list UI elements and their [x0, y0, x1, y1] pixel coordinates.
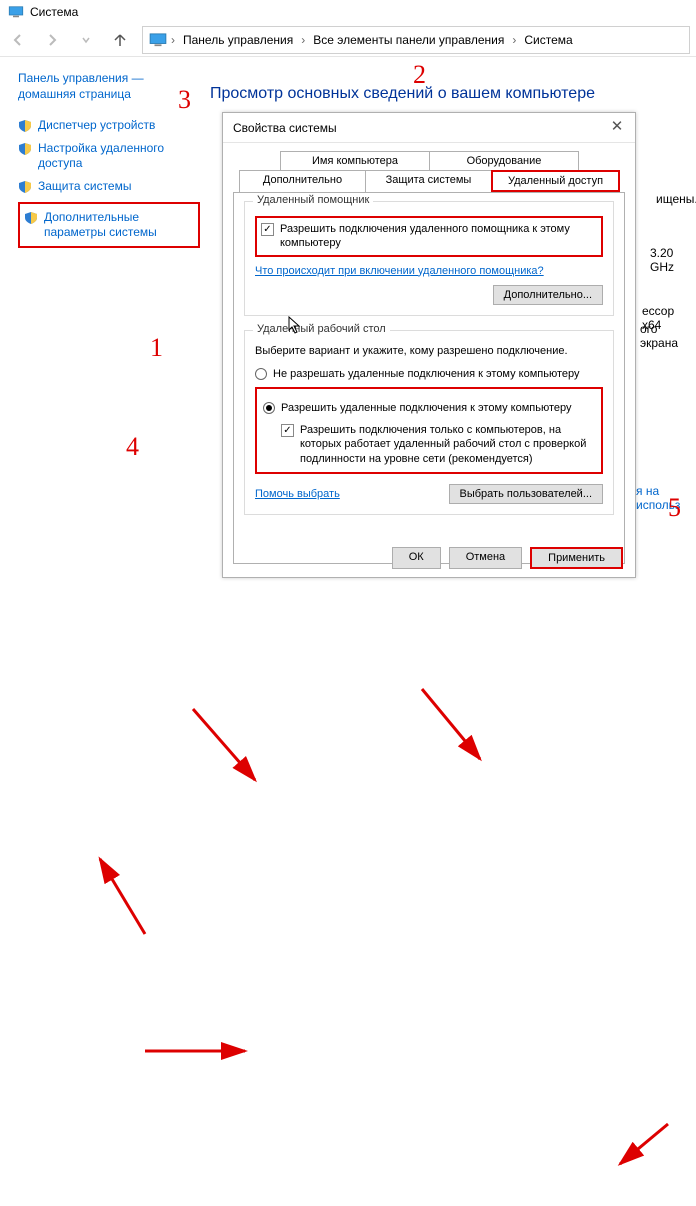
breadcrumb-item[interactable]: Все элементы панели управления	[309, 33, 508, 47]
radio-icon	[255, 368, 267, 380]
chevron-right-icon: ›	[171, 33, 175, 47]
radio-label: Не разрешать удаленные подключения к это…	[273, 367, 580, 381]
computer-icon	[149, 33, 167, 47]
sidebar-item-label: Дополнительные параметры системы	[44, 210, 194, 240]
help-choose-link[interactable]: Помочь выбрать	[255, 488, 340, 500]
window-titlebar: Система	[0, 0, 696, 24]
tab-hardware[interactable]: Оборудование	[429, 151, 579, 170]
close-button[interactable]: ✕	[607, 117, 627, 137]
annotation-number-3: 3	[178, 85, 191, 115]
control-panel-home-link[interactable]: Панель управления — домашняя страница	[18, 71, 200, 102]
breadcrumb[interactable]: › Панель управления › Все элементы панел…	[142, 26, 690, 54]
sidebar-item-advanced-settings[interactable]: Дополнительные параметры системы	[18, 202, 200, 248]
shield-icon	[18, 142, 32, 156]
shield-icon	[18, 180, 32, 194]
sidebar: Панель управления — домашняя страница Ди…	[0, 57, 210, 604]
clipped-text: 3.20 GHz	[650, 246, 696, 274]
page-heading: Просмотр основных сведений о вашем компь…	[210, 85, 595, 103]
checkbox-label: Разрешить подключения удаленного помощни…	[280, 222, 597, 251]
group-legend: Удаленный помощник	[253, 194, 373, 206]
tab-advanced[interactable]: Дополнительно	[239, 170, 366, 192]
radio-deny-remote[interactable]: Не разрешать удаленные подключения к это…	[255, 367, 603, 381]
checkbox-label: Разрешить подключения только с компьютер…	[300, 423, 595, 466]
nav-row: › Панель управления › Все элементы панел…	[0, 24, 696, 56]
dialog-titlebar: Свойства системы ✕	[223, 113, 635, 143]
annotation-number-2: 2	[413, 60, 426, 90]
cancel-button[interactable]: Отмена	[449, 547, 522, 569]
shield-icon	[18, 119, 32, 133]
forward-button[interactable]	[40, 28, 64, 52]
radio-allow-remote[interactable]: Разрешить удаленные подключения к этому …	[263, 401, 595, 415]
tab-system-protection[interactable]: Защита системы	[365, 170, 492, 192]
dialog-title: Свойства системы	[233, 121, 337, 135]
breadcrumb-item[interactable]: Панель управления	[179, 33, 297, 47]
system-properties-dialog: Свойства системы ✕ Имя компьютера Оборуд…	[222, 112, 636, 578]
ok-button[interactable]: ОК	[392, 547, 441, 569]
chevron-right-icon: ›	[512, 33, 516, 47]
group-remote-assistant: Удаленный помощник Разрешить подключения…	[244, 201, 614, 316]
radio-icon	[263, 402, 275, 414]
checkbox-icon	[261, 223, 274, 236]
apply-button[interactable]: Применить	[530, 547, 623, 569]
sidebar-item-label: Настройка удаленного доступа	[38, 141, 200, 171]
annotation-number-4: 4	[126, 432, 139, 462]
annotation-number-5: 5	[668, 493, 681, 523]
group-remote-desktop: Удаленный рабочий стол Выберите вариант …	[244, 330, 614, 515]
tab-remote[interactable]: Удаленный доступ	[491, 170, 620, 192]
clipped-link[interactable]: я на использ	[636, 484, 696, 512]
window-title: Система	[30, 5, 78, 19]
checkbox-allow-remote-assistance[interactable]: Разрешить подключения удаленного помощни…	[261, 222, 597, 251]
sidebar-item-device-manager[interactable]: Диспетчер устройств	[18, 114, 200, 137]
select-users-button[interactable]: Выбрать пользователей...	[449, 484, 604, 504]
annotation-arrows	[0, 604, 696, 1206]
back-button[interactable]	[6, 28, 30, 52]
radio-label: Разрешить удаленные подключения к этому …	[281, 401, 572, 415]
sidebar-item-label: Защита системы	[38, 179, 131, 194]
advanced-button[interactable]: Дополнительно...	[493, 285, 603, 305]
computer-icon	[8, 6, 24, 18]
history-dropdown[interactable]	[74, 28, 98, 52]
tab-computer-name[interactable]: Имя компьютера	[280, 151, 430, 170]
up-button[interactable]	[108, 28, 132, 52]
sidebar-item-system-protection[interactable]: Защита системы	[18, 175, 200, 198]
remote-assistance-help-link[interactable]: Что происходит при включении удаленного …	[255, 265, 544, 277]
clipped-text: ого экрана	[640, 322, 696, 350]
breadcrumb-item[interactable]: Система	[520, 33, 576, 47]
checkbox-icon	[281, 424, 294, 437]
sidebar-item-remote-settings[interactable]: Настройка удаленного доступа	[18, 137, 200, 175]
annotation-number-1: 1	[150, 333, 163, 363]
mouse-cursor-icon	[288, 316, 302, 337]
instruction-text: Выберите вариант и укажите, кому разреше…	[255, 345, 603, 357]
sidebar-item-label: Диспетчер устройств	[38, 118, 155, 133]
checkbox-nla[interactable]: Разрешить подключения только с компьютер…	[281, 423, 595, 466]
group-legend: Удаленный рабочий стол	[253, 323, 390, 335]
shield-icon	[24, 211, 38, 225]
chevron-right-icon: ›	[301, 33, 305, 47]
clipped-text: ищены.	[656, 192, 696, 206]
